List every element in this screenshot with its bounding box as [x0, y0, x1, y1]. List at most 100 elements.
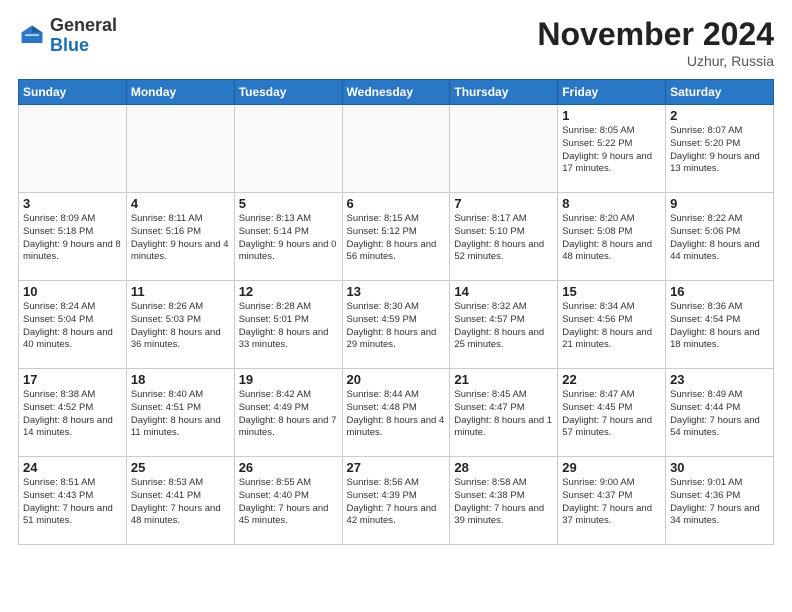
calendar-week-3: 10Sunrise: 8:24 AM Sunset: 5:04 PM Dayli…: [19, 281, 774, 369]
title-area: November 2024 Uzhur, Russia: [537, 16, 774, 69]
day-number: 2: [670, 108, 769, 123]
logo-wordmark: General Blue: [50, 16, 117, 56]
day-number: 3: [23, 196, 122, 211]
day-number: 5: [239, 196, 338, 211]
calendar-cell: 30Sunrise: 9:01 AM Sunset: 4:36 PM Dayli…: [666, 457, 774, 545]
month-title: November 2024: [537, 16, 774, 53]
calendar-cell: [19, 105, 127, 193]
calendar-cell: 18 Sunrise: 8:40 AM Sunset: 4:51 PM Dayli…: [126, 369, 234, 457]
day-info: Sunrise: 8:09 AM Sunset: 5:18 PM Dayligh…: [23, 213, 122, 264]
day-info: Sunrise: 8:40 AM Sunset: 4:51 PM Dayligh…: [131, 389, 230, 440]
calendar-cell: 23 Sunrise: 8:49 AM Sunset: 4:44 PM Dayli…: [666, 369, 774, 457]
day-info: Sunrise: 8:07 AM Sunset: 5:20 PM Dayligh…: [670, 125, 769, 176]
day-number: 19: [239, 372, 338, 387]
day-info: Sunrise: 8:44 AM Sunset: 4:48 PM Dayligh…: [347, 389, 446, 440]
col-tuesday: Tuesday: [234, 80, 342, 105]
day-info: Sunrise: 8:53 AM Sunset: 4:41 PM Dayligh…: [131, 477, 230, 528]
day-number: 18: [131, 372, 230, 387]
day-info: Sunrise: 8:47 AM Sunset: 4:45 PM Dayligh…: [562, 389, 661, 440]
day-info: Sunrise: 9:01 AM Sunset: 4:36 PM Dayligh…: [670, 477, 769, 528]
day-info: Sunrise: 8:05 AM Sunset: 5:22 PM Dayligh…: [562, 125, 661, 176]
day-info: Sunrise: 8:24 AM Sunset: 5:04 PM Dayligh…: [23, 301, 122, 352]
calendar-cell: 2 Sunrise: 8:07 AM Sunset: 5:20 PM Daylig…: [666, 105, 774, 193]
day-number: 6: [347, 196, 446, 211]
day-info: Sunrise: 8:30 AM Sunset: 4:59 PM Dayligh…: [347, 301, 446, 352]
day-info: Sunrise: 8:32 AM Sunset: 4:57 PM Dayligh…: [454, 301, 553, 352]
page: General Blue November 2024 Uzhur, Russia…: [0, 0, 792, 555]
calendar-cell: 12Sunrise: 8:28 AM Sunset: 5:01 PM Dayli…: [234, 281, 342, 369]
day-number: 14: [454, 284, 553, 299]
location: Uzhur, Russia: [537, 53, 774, 69]
calendar-cell: 8 Sunrise: 8:20 AM Sunset: 5:08 PM Daylig…: [558, 193, 666, 281]
day-number: 21: [454, 372, 553, 387]
day-info: Sunrise: 8:55 AM Sunset: 4:40 PM Dayligh…: [239, 477, 338, 528]
calendar-cell: 22 Sunrise: 8:47 AM Sunset: 4:45 PM Dayli…: [558, 369, 666, 457]
day-info: Sunrise: 9:00 AM Sunset: 4:37 PM Dayligh…: [562, 477, 661, 528]
calendar-cell: [342, 105, 450, 193]
day-info: Sunrise: 8:56 AM Sunset: 4:39 PM Dayligh…: [347, 477, 446, 528]
col-saturday: Saturday: [666, 80, 774, 105]
calendar-cell: 24Sunrise: 8:51 AM Sunset: 4:43 PM Dayli…: [19, 457, 127, 545]
calendar-body: 1 Sunrise: 8:05 AM Sunset: 5:22 PM Daylig…: [19, 105, 774, 545]
day-info: Sunrise: 8:42 AM Sunset: 4:49 PM Dayligh…: [239, 389, 338, 440]
calendar-week-2: 3 Sunrise: 8:09 AM Sunset: 5:18 PM Daylig…: [19, 193, 774, 281]
calendar-header-row: Sunday Monday Tuesday Wednesday Thursday…: [19, 80, 774, 105]
day-info: Sunrise: 8:34 AM Sunset: 4:56 PM Dayligh…: [562, 301, 661, 352]
calendar-cell: 21Sunrise: 8:45 AM Sunset: 4:47 PM Dayli…: [450, 369, 558, 457]
logo-icon: [18, 22, 46, 50]
day-number: 13: [347, 284, 446, 299]
day-info: Sunrise: 8:22 AM Sunset: 5:06 PM Dayligh…: [670, 213, 769, 264]
day-number: 29: [562, 460, 661, 475]
calendar-cell: 27 Sunrise: 8:56 AM Sunset: 4:39 PM Dayli…: [342, 457, 450, 545]
day-number: 1: [562, 108, 661, 123]
calendar-cell: 7 Sunrise: 8:17 AM Sunset: 5:10 PM Daylig…: [450, 193, 558, 281]
day-number: 28: [454, 460, 553, 475]
calendar-cell: 20Sunrise: 8:44 AM Sunset: 4:48 PM Dayli…: [342, 369, 450, 457]
day-number: 22: [562, 372, 661, 387]
calendar-cell: 15Sunrise: 8:34 AM Sunset: 4:56 PM Dayli…: [558, 281, 666, 369]
day-info: Sunrise: 8:49 AM Sunset: 4:44 PM Dayligh…: [670, 389, 769, 440]
col-monday: Monday: [126, 80, 234, 105]
calendar-cell: 11 Sunrise: 8:26 AM Sunset: 5:03 PM Dayli…: [126, 281, 234, 369]
calendar-cell: 1 Sunrise: 8:05 AM Sunset: 5:22 PM Daylig…: [558, 105, 666, 193]
day-number: 26: [239, 460, 338, 475]
calendar-cell: 17Sunrise: 8:38 AM Sunset: 4:52 PM Dayli…: [19, 369, 127, 457]
day-number: 16: [670, 284, 769, 299]
logo: General Blue: [18, 16, 117, 56]
day-number: 25: [131, 460, 230, 475]
calendar-cell: 29 Sunrise: 9:00 AM Sunset: 4:37 PM Dayli…: [558, 457, 666, 545]
day-number: 8: [562, 196, 661, 211]
calendar-cell: 19 Sunrise: 8:42 AM Sunset: 4:49 PM Dayli…: [234, 369, 342, 457]
calendar-cell: [450, 105, 558, 193]
day-number: 9: [670, 196, 769, 211]
day-number: 4: [131, 196, 230, 211]
day-info: Sunrise: 8:11 AM Sunset: 5:16 PM Dayligh…: [131, 213, 230, 264]
day-info: Sunrise: 8:26 AM Sunset: 5:03 PM Dayligh…: [131, 301, 230, 352]
col-friday: Friday: [558, 80, 666, 105]
calendar-cell: 16 Sunrise: 8:36 AM Sunset: 4:54 PM Dayli…: [666, 281, 774, 369]
calendar-cell: 28 Sunrise: 8:58 AM Sunset: 4:38 PM Dayli…: [450, 457, 558, 545]
calendar-cell: 3 Sunrise: 8:09 AM Sunset: 5:18 PM Daylig…: [19, 193, 127, 281]
day-number: 11: [131, 284, 230, 299]
day-number: 27: [347, 460, 446, 475]
calendar-week-5: 24Sunrise: 8:51 AM Sunset: 4:43 PM Dayli…: [19, 457, 774, 545]
day-number: 7: [454, 196, 553, 211]
calendar-table: Sunday Monday Tuesday Wednesday Thursday…: [18, 79, 774, 545]
day-number: 17: [23, 372, 122, 387]
day-info: Sunrise: 8:58 AM Sunset: 4:38 PM Dayligh…: [454, 477, 553, 528]
day-info: Sunrise: 8:15 AM Sunset: 5:12 PM Dayligh…: [347, 213, 446, 264]
day-info: Sunrise: 8:36 AM Sunset: 4:54 PM Dayligh…: [670, 301, 769, 352]
day-number: 24: [23, 460, 122, 475]
calendar-week-1: 1 Sunrise: 8:05 AM Sunset: 5:22 PM Daylig…: [19, 105, 774, 193]
col-wednesday: Wednesday: [342, 80, 450, 105]
day-info: Sunrise: 8:17 AM Sunset: 5:10 PM Dayligh…: [454, 213, 553, 264]
calendar-cell: 10Sunrise: 8:24 AM Sunset: 5:04 PM Dayli…: [19, 281, 127, 369]
day-info: Sunrise: 8:28 AM Sunset: 5:01 PM Dayligh…: [239, 301, 338, 352]
col-sunday: Sunday: [19, 80, 127, 105]
calendar-cell: 25 Sunrise: 8:53 AM Sunset: 4:41 PM Dayli…: [126, 457, 234, 545]
logo-general-text: General: [50, 15, 117, 35]
header: General Blue November 2024 Uzhur, Russia: [18, 16, 774, 69]
calendar-cell: 9 Sunrise: 8:22 AM Sunset: 5:06 PM Daylig…: [666, 193, 774, 281]
day-number: 23: [670, 372, 769, 387]
day-info: Sunrise: 8:20 AM Sunset: 5:08 PM Dayligh…: [562, 213, 661, 264]
